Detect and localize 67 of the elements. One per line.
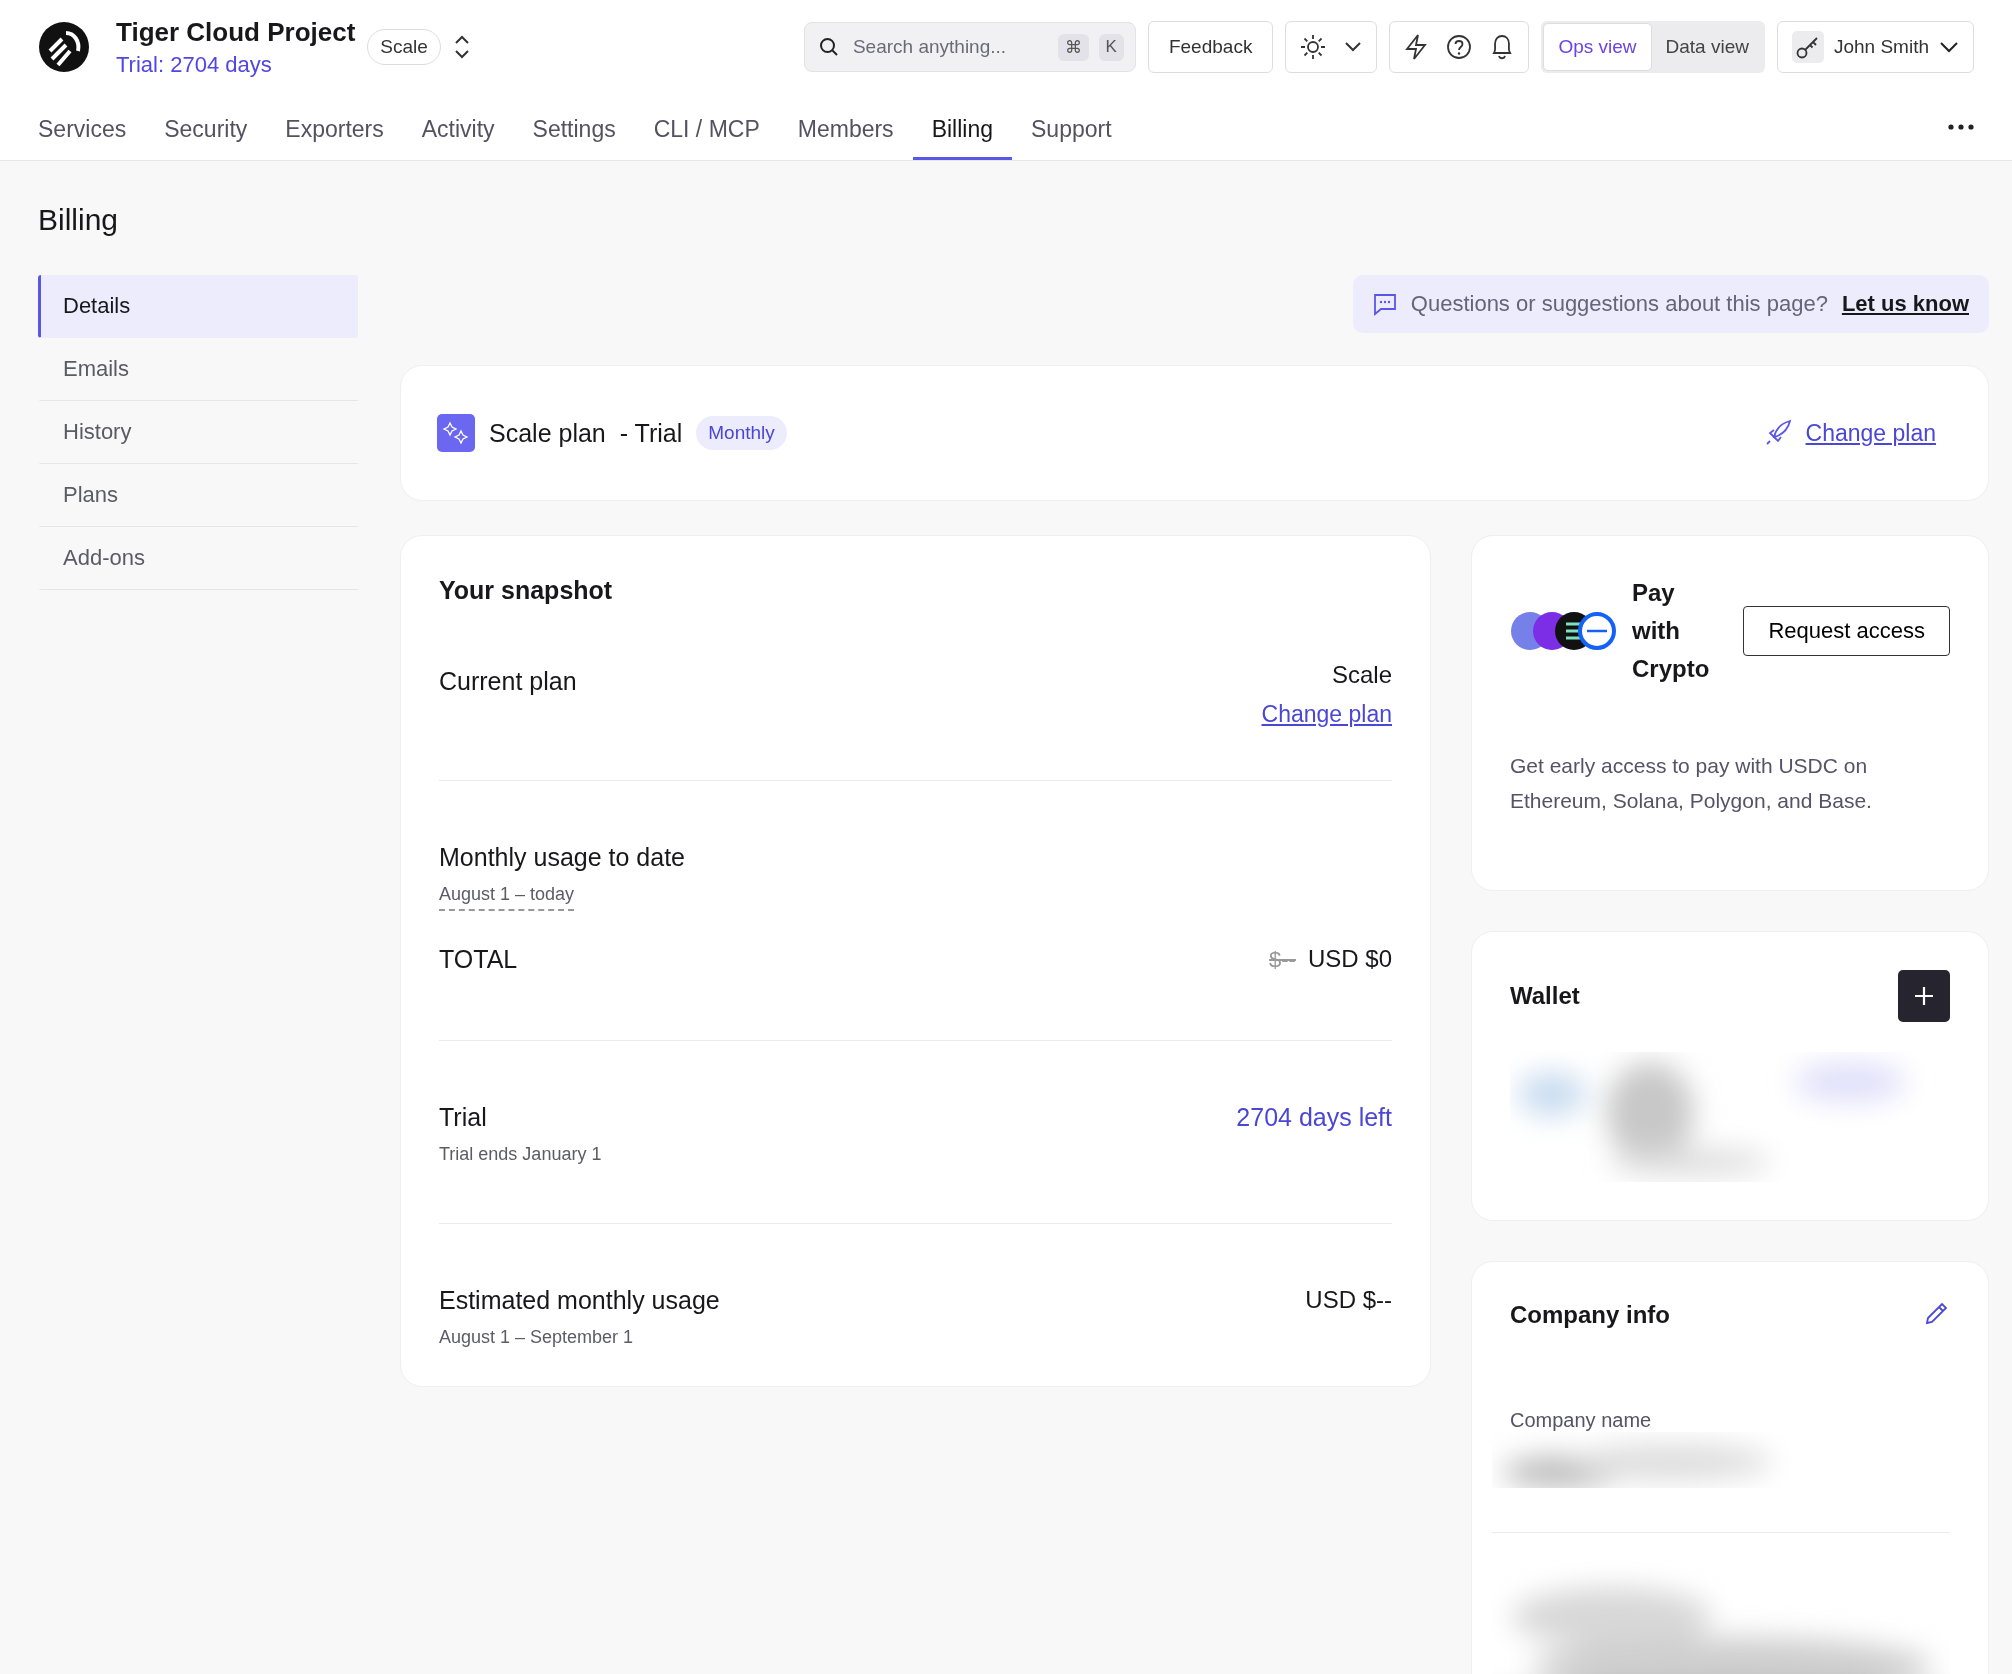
row-label: Trial — [439, 1103, 487, 1132]
plan-status: - Trial — [619, 418, 683, 448]
feedback-prompt: Questions or suggestions about this page? — [1410, 291, 1828, 317]
coins-icon — [1510, 611, 1618, 651]
more-icon[interactable] — [1948, 124, 1974, 130]
help-icon[interactable] — [1446, 34, 1473, 60]
nav-tab[interactable]: Settings — [513, 94, 635, 160]
chevron-down-icon — [1939, 41, 1959, 53]
key-icon — [1794, 34, 1821, 60]
row-label: Current plan — [439, 667, 577, 697]
card-title: Wallet — [1510, 982, 1580, 1010]
nav-tab[interactable]: Exporters — [266, 94, 403, 160]
change-plan-link[interactable]: Change plan — [1261, 701, 1392, 728]
user-menu[interactable]: John Smith — [1776, 21, 1974, 73]
sparkle-icon — [437, 414, 475, 452]
change-plan-link[interactable]: Change plan — [1805, 419, 1936, 447]
nav-tab[interactable]: Services — [38, 94, 146, 160]
tier-badge: Scale — [367, 29, 441, 65]
trial-end-date: Trial ends January 1 — [439, 1144, 602, 1165]
nav-tab[interactable]: Billing — [912, 94, 1012, 160]
row-label: Estimated monthly usage — [439, 1286, 720, 1315]
trial-days: Trial: 2704 days — [116, 51, 356, 78]
nav-tab[interactable]: Members — [778, 94, 913, 160]
nav-tab[interactable]: Activity — [402, 94, 514, 160]
chevron-down-icon — [1344, 41, 1363, 53]
sidebar-item[interactable]: Emails — [38, 338, 358, 401]
feedback-button[interactable]: Feedback — [1147, 21, 1274, 73]
total-amount: USD $0 — [1307, 945, 1392, 972]
card-title: Pay with Crypto — [1632, 578, 1711, 684]
row-label: Monthly usage to date — [439, 843, 685, 871]
sidebar-item[interactable]: History — [38, 401, 358, 464]
pencil-icon — [1924, 1300, 1950, 1326]
days-left: 2704 days left — [1236, 1103, 1392, 1132]
chat-icon — [1372, 292, 1397, 316]
plan-value: Scale — [1331, 661, 1392, 689]
field-label: Company name — [1510, 1409, 1653, 1432]
date-range: August 1 – September 1 — [439, 1327, 634, 1348]
billing-period-badge: Monthly — [696, 416, 787, 450]
card-description: Get early access to pay with USDC on Ethereum, Solana, Polygon, and Base. — [1510, 753, 1873, 814]
theme-button[interactable] — [1285, 21, 1378, 73]
page-title: Billing — [38, 202, 120, 238]
up-down-icon[interactable] — [452, 34, 471, 60]
date-range[interactable]: August 1 – today — [439, 884, 575, 911]
nav-tab[interactable]: Support — [1012, 94, 1131, 160]
plan-name: Scale plan — [489, 418, 606, 448]
sidebar-item[interactable]: Add-ons — [38, 527, 358, 590]
logo-icon — [38, 21, 90, 73]
sidebar-item[interactable]: Plans — [38, 464, 358, 527]
estimated-amount: USD $-- — [1305, 1286, 1392, 1315]
nav-tab[interactable]: Security — [145, 94, 267, 160]
shortcut-key: ⌘ — [1057, 34, 1089, 61]
plus-icon — [1914, 986, 1934, 1006]
nav-tab[interactable]: CLI / MCP — [634, 94, 779, 160]
project-name: Tiger Cloud Project — [116, 16, 356, 48]
previous-amount: $-- — [1269, 947, 1296, 972]
card-title: Company info — [1510, 1300, 1670, 1329]
row-label: TOTAL — [439, 945, 518, 974]
bolt-icon[interactable] — [1404, 33, 1429, 61]
request-access-button[interactable]: Request access — [1743, 606, 1950, 656]
sidebar-item[interactable]: Details — [38, 275, 358, 338]
card-title: Your snapshot — [439, 576, 614, 605]
add-button[interactable] — [1898, 970, 1950, 1022]
search-icon — [818, 37, 839, 57]
feedback-link[interactable]: Let us know — [1841, 291, 1969, 317]
view-toggle[interactable]: Data view — [1651, 23, 1763, 71]
view-toggle[interactable]: Ops view — [1543, 23, 1652, 71]
sun-icon — [1300, 34, 1327, 60]
